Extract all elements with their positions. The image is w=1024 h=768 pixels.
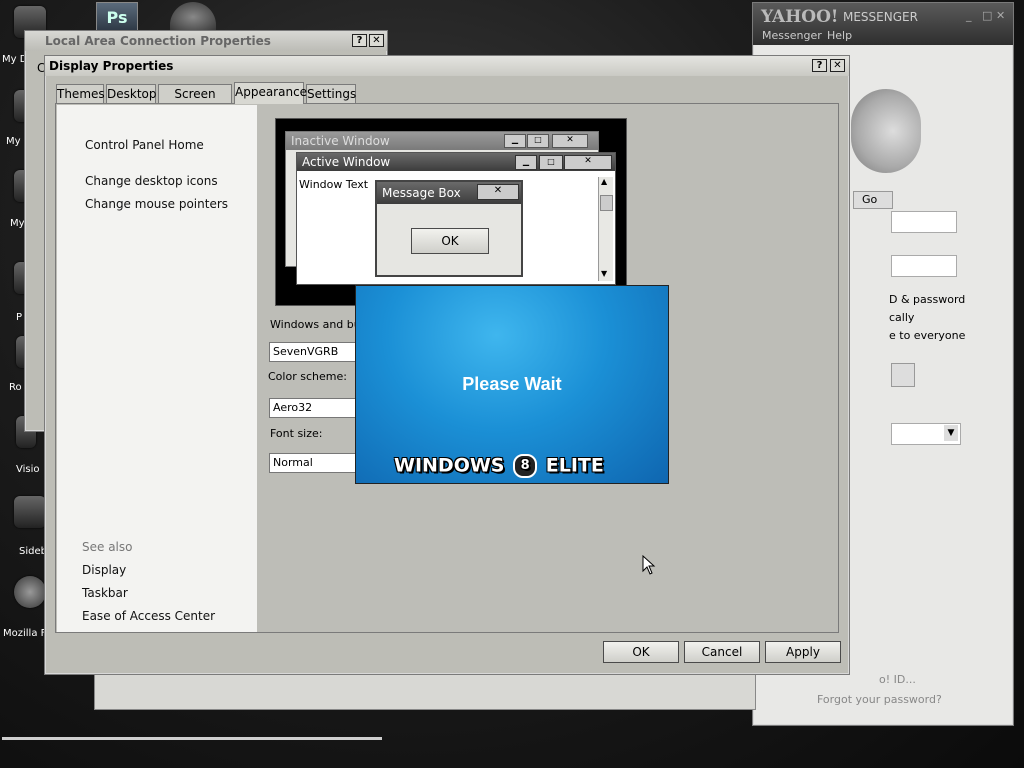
close-button[interactable]: ✕ xyxy=(830,59,845,72)
minimize-icon[interactable]: _ xyxy=(966,9,972,22)
please-wait-splash: Please Wait WINDOWS 8 ELITE xyxy=(355,285,669,484)
brand-number: 8 xyxy=(513,454,538,478)
close-icon: ✕ xyxy=(477,184,519,200)
font-size-select[interactable]: Normal xyxy=(269,453,359,473)
see-also-taskbar-link[interactable]: Taskbar xyxy=(82,586,128,600)
apply-button[interactable]: Apply xyxy=(765,641,841,663)
tab-desktop[interactable]: Desktop xyxy=(106,84,157,103)
desktop-icon-label: Visio xyxy=(16,464,40,475)
font-size-label: Font size: xyxy=(270,427,323,440)
see-also-display-link[interactable]: Display xyxy=(82,563,126,577)
yahoo-avatar xyxy=(851,89,921,173)
control-panel-home-link[interactable]: Control Panel Home xyxy=(85,138,204,152)
yahoo-text-line: D & password xyxy=(889,293,966,306)
taskbar-line xyxy=(2,737,382,740)
display-titlebar[interactable]: Display Properties xyxy=(45,56,849,76)
close-button[interactable]: ✕ xyxy=(369,34,384,47)
color-scheme-label: Color scheme: xyxy=(268,370,347,383)
desktop-icon-label: My xyxy=(10,218,25,229)
minimize-icon: ▁ xyxy=(504,134,526,148)
see-also-ease-of-access-link[interactable]: Ease of Access Center xyxy=(82,609,215,623)
sign-in-button[interactable] xyxy=(891,363,915,387)
see-also-header: See also xyxy=(82,540,133,554)
yahoo-logo: YAHOO! xyxy=(761,7,839,27)
tab-appearance[interactable]: Appearance xyxy=(234,82,307,104)
firefox-icon xyxy=(14,576,46,608)
brand-right: ELITE xyxy=(545,454,604,477)
chevron-down-icon[interactable]: ▼ xyxy=(944,425,958,441)
menu-messenger[interactable]: Messenger xyxy=(762,29,822,42)
scroll-thumb xyxy=(600,195,613,211)
window-text-sample: Window Text xyxy=(299,178,369,191)
forgot-password-link[interactable]: Forgot your password? xyxy=(817,693,942,706)
ok-button[interactable]: OK xyxy=(603,641,679,663)
yahoo-text-line: cally xyxy=(889,311,915,324)
tab-themes[interactable]: Themes xyxy=(56,84,105,103)
message-box-ok-button: OK xyxy=(411,228,489,254)
get-yahoo-id-link[interactable]: o! ID... xyxy=(879,673,916,686)
yahoo-titlebar[interactable]: YAHOO! MESSENGER _ □ ✕ Messenger Help xyxy=(753,3,1013,45)
change-mouse-pointers-link[interactable]: Change mouse pointers xyxy=(85,197,228,211)
sidebar-icon xyxy=(14,496,46,528)
scroll-up-icon: ▲ xyxy=(601,177,608,186)
go-button[interactable]: Go xyxy=(853,191,893,209)
menu-help[interactable]: Help xyxy=(827,29,852,42)
change-desktop-icons-link[interactable]: Change desktop icons xyxy=(85,174,218,188)
close-icon[interactable]: ✕ xyxy=(996,9,1005,22)
windows-buttons-select[interactable]: SevenVGRB xyxy=(269,342,359,362)
lan-title: Local Area Connection Properties xyxy=(45,34,271,48)
desktop-icon-label: Mozilla F xyxy=(3,628,47,639)
mouse-cursor-icon xyxy=(642,555,656,575)
tab-settings[interactable]: Settings xyxy=(306,84,356,103)
password-input[interactable] xyxy=(891,255,957,277)
yahoo-id-input[interactable] xyxy=(891,211,957,233)
close-icon: ✕ xyxy=(564,155,612,170)
lan-titlebar[interactable]: Local Area Connection Properties xyxy=(25,31,387,51)
scroll-down-icon: ▼ xyxy=(601,269,608,278)
color-scheme-select[interactable]: Aero32 xyxy=(269,398,359,418)
display-title: Display Properties xyxy=(49,59,174,73)
please-wait-text: Please Wait xyxy=(462,374,562,394)
help-button[interactable]: ? xyxy=(812,59,827,72)
maximize-icon[interactable]: □ xyxy=(982,9,992,22)
tab-screen-saver[interactable]: Screen Saver xyxy=(158,84,232,119)
background-window-bottom xyxy=(94,672,756,710)
status-select[interactable]: ▼ xyxy=(891,423,961,445)
minimize-icon: ▁ xyxy=(515,155,537,170)
maximize-icon: □ xyxy=(527,134,549,148)
desktop-icon-label: P xyxy=(16,312,23,323)
close-icon: ✕ xyxy=(552,134,588,148)
maximize-icon: □ xyxy=(539,155,563,170)
yahoo-title: MESSENGER xyxy=(843,10,918,24)
app-icon[interactable] xyxy=(170,2,216,32)
desktop-icon-sidebar[interactable]: Sideb xyxy=(2,496,48,557)
desktop-icon-firefox[interactable]: Mozilla F xyxy=(2,576,48,639)
help-button[interactable]: ? xyxy=(352,34,367,47)
cancel-button[interactable]: Cancel xyxy=(684,641,760,663)
brand-left: WINDOWS xyxy=(394,454,505,477)
preview-scrollbar: ▲ ▼ xyxy=(598,177,613,281)
desktop-icon-label: Ro xyxy=(9,382,22,393)
desktop-icon-label: Sideb xyxy=(19,546,47,557)
yahoo-text-line: e to everyone xyxy=(889,329,966,342)
windows-8-elite-logo: WINDOWS 8 ELITE xyxy=(394,454,604,478)
desktop-icon-label: My xyxy=(6,136,21,147)
preview-message-box: Message Box ✕ OK xyxy=(375,180,523,277)
